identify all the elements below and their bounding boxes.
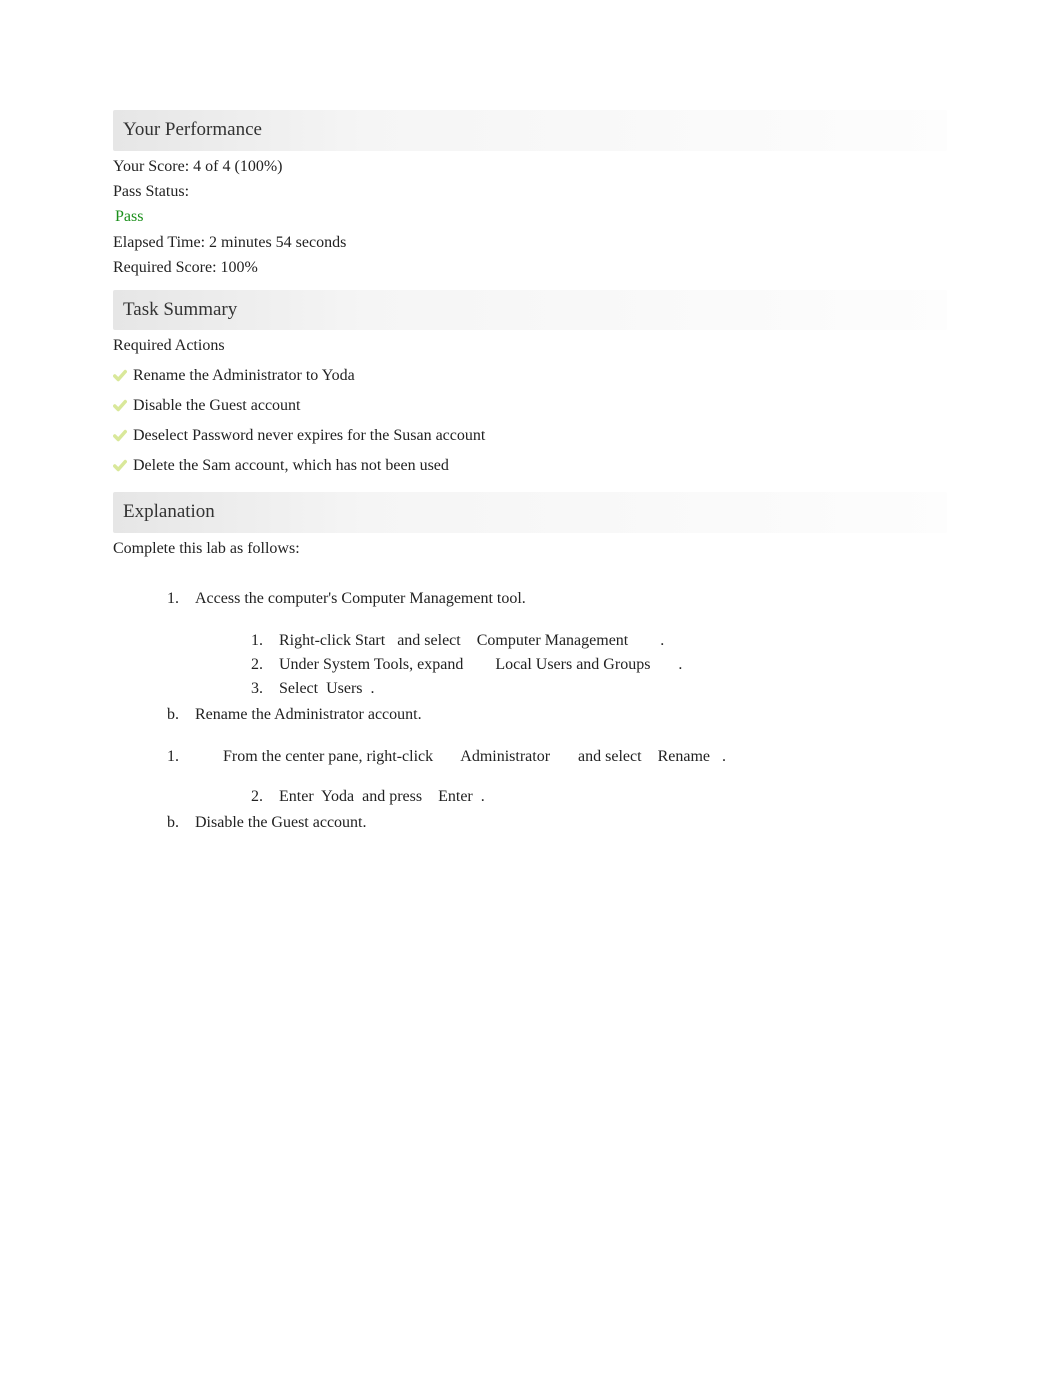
step-marker: 3. — [251, 677, 279, 701]
seg: . — [363, 680, 375, 697]
step-marker: 2. — [251, 653, 279, 677]
required-score-line: Required Score: 100% — [113, 256, 947, 280]
seg: . — [710, 748, 726, 765]
step-b-rename: b. Rename the Administrator account. — [167, 703, 947, 727]
performance-block: Your Score: 4 of 4 (100%) Pass Status: P… — [113, 155, 947, 280]
seg: Yoda — [321, 788, 354, 805]
action-text: Rename the Administrator to Yoda — [133, 364, 355, 388]
step-text: Disable the Guest account. — [195, 811, 947, 835]
explanation-header: Explanation — [113, 492, 947, 533]
step-marker: 1. — [167, 587, 195, 611]
pass-status-label: Pass Status: — [113, 180, 947, 204]
elapsed-label: Elapsed Time: — [113, 234, 209, 251]
seg: Administrator — [460, 748, 550, 765]
step-marker: 1. — [251, 629, 279, 653]
action-item: Delete the Sam account, which has not be… — [113, 454, 947, 478]
pass-status-value: Pass — [115, 205, 947, 229]
step-text: Access the computer's Computer Managemen… — [195, 587, 947, 611]
step-text: Under System Tools, expand Local Users a… — [279, 653, 947, 677]
action-text: Disable the Guest account — [133, 394, 301, 418]
check-icon — [113, 459, 127, 473]
step-marker: 2. — [251, 785, 279, 809]
seg: Computer Management — [477, 632, 629, 649]
step-text: From the center pane, right-click Admini… — [223, 745, 947, 769]
action-text: Deselect Password never expires for the … — [133, 424, 485, 448]
step-b2-wrap: 2. Enter Yoda and press Enter . — [251, 785, 947, 809]
seg: Users — [326, 680, 362, 697]
step-1-2: 2. Under System Tools, expand Local User… — [251, 653, 947, 677]
step-1-substeps: 1. Right-click Start and select Computer… — [251, 629, 947, 701]
seg: . — [628, 632, 664, 649]
seg: Rename — [658, 748, 710, 765]
score-label: Your Score: — [113, 158, 193, 175]
step-marker: 1. — [167, 745, 195, 769]
action-item: Rename the Administrator to Yoda — [113, 364, 947, 388]
step-1-3: 3. Select Users . — [251, 677, 947, 701]
seg: and select — [550, 748, 658, 765]
step-1-1: 1. Right-click Start and select Computer… — [251, 629, 947, 653]
action-text: Delete the Sam account, which has not be… — [133, 454, 449, 478]
action-item: Disable the Guest account — [113, 394, 947, 418]
action-item: Deselect Password never expires for the … — [113, 424, 947, 448]
explanation-intro: Complete this lab as follows: — [113, 537, 947, 561]
explanation-steps: 1. Access the computer's Computer Manage… — [167, 587, 947, 835]
step-marker: b. — [167, 811, 195, 835]
performance-header: Your Performance — [113, 110, 947, 151]
seg: Local Users and Groups — [495, 656, 650, 673]
required-score-value: 100% — [221, 259, 258, 276]
step-text: Right-click Start and select Computer Ma… — [279, 629, 947, 653]
seg: From the center pane, right-click — [223, 748, 460, 765]
step-1: 1. Access the computer's Computer Manage… — [167, 587, 947, 611]
step-b-disable: b. Disable the Guest account. — [167, 811, 947, 835]
seg: . — [473, 788, 485, 805]
check-icon — [113, 369, 127, 383]
step-b1: 1. From the center pane, right-click Adm… — [167, 745, 947, 769]
seg: Under System Tools, expand — [279, 656, 495, 673]
elapsed-value: 2 minutes 54 seconds — [209, 234, 346, 251]
elapsed-line: Elapsed Time: 2 minutes 54 seconds — [113, 231, 947, 255]
score-line: Your Score: 4 of 4 (100%) — [113, 155, 947, 179]
seg: Select — [279, 680, 326, 697]
check-icon — [113, 429, 127, 443]
task-summary-header: Task Summary — [113, 290, 947, 331]
required-score-label: Required Score: — [113, 259, 221, 276]
check-icon — [113, 399, 127, 413]
seg: Start — [355, 632, 385, 649]
step-marker: b. — [167, 703, 195, 727]
step-text: Select Users . — [279, 677, 947, 701]
seg: Enter — [279, 788, 321, 805]
seg: and press — [354, 788, 438, 805]
step-text: Rename the Administrator account. — [195, 703, 947, 727]
seg: Enter — [438, 788, 473, 805]
seg: and select — [385, 632, 477, 649]
seg: . — [650, 656, 682, 673]
required-actions-label: Required Actions — [113, 334, 947, 358]
seg: Right-click — [279, 632, 355, 649]
score-value: 4 of 4 (100%) — [193, 158, 282, 175]
step-b2: 2. Enter Yoda and press Enter . — [251, 785, 947, 809]
step-text: Enter Yoda and press Enter . — [279, 785, 947, 809]
